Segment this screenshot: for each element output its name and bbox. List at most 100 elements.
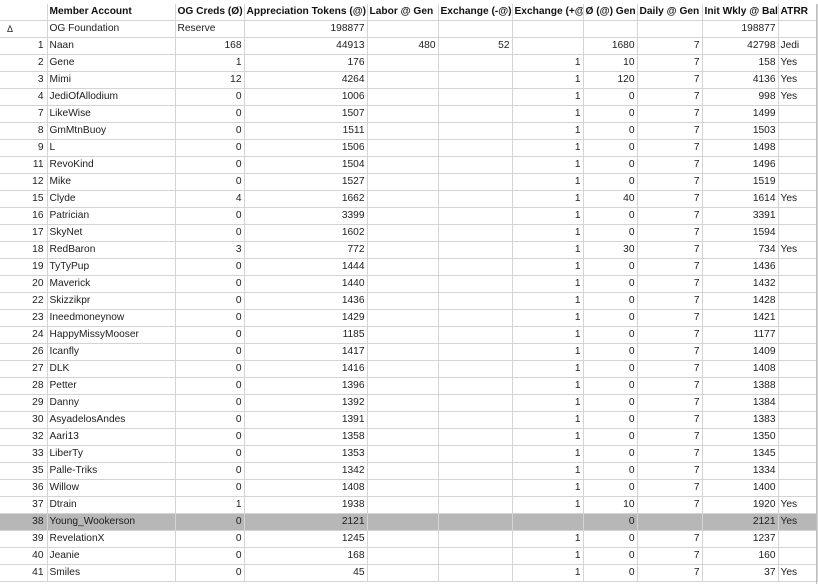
cell-appreciation-tokens[interactable]: 1185 [244, 326, 368, 344]
cell-labor-gen[interactable] [367, 71, 439, 89]
table-row[interactable]: 19 TyTyPup 0 1444 1 0 7 1436 [0, 258, 818, 276]
table-row[interactable]: 36 Willow 0 1408 1 0 7 1400 [0, 479, 818, 497]
table-row[interactable]: 1 Naan 168 44913 480 52 1680 7 42798 Jedi [0, 37, 818, 55]
cell-appreciation-tokens[interactable]: 1245 [244, 530, 368, 548]
cell-init-wkly-bal[interactable]: 998 [702, 88, 779, 106]
cell-og-gen[interactable]: 0 [583, 326, 638, 344]
table-row[interactable]: 7 LikeWise 0 1507 1 0 7 1499 [0, 105, 818, 123]
cell-atrr[interactable] [778, 173, 818, 191]
cell-og-gen[interactable]: 0 [583, 173, 638, 191]
cell-init-wkly-bal[interactable]: 1594 [702, 224, 779, 242]
cell-og-creds[interactable]: 0 [175, 88, 245, 106]
cell-daily-gen[interactable]: 7 [637, 190, 703, 208]
cell-exchange-neg[interactable] [438, 156, 513, 174]
cell-init-wkly-bal[interactable]: 734 [702, 241, 779, 259]
cell-daily-gen[interactable]: 7 [637, 564, 703, 582]
cell-member-account[interactable]: HappyMissyMooser [47, 326, 176, 344]
cell-atrr[interactable] [778, 275, 818, 293]
cell-exchange-pos[interactable]: 1 [512, 190, 584, 208]
cell-og-gen[interactable]: 0 [583, 207, 638, 225]
cell-daily-gen[interactable] [637, 20, 703, 38]
cell-og-creds[interactable]: 0 [175, 530, 245, 548]
cell-exchange-neg[interactable] [438, 377, 513, 395]
column-header-og-gen[interactable]: Ø (@) Gen [583, 4, 638, 21]
cell-labor-gen[interactable] [367, 224, 439, 242]
table-row[interactable]: 3 Mimi 12 4264 1 120 7 4136 Yes [0, 71, 818, 89]
cell-og-creds[interactable]: 0 [175, 173, 245, 191]
cell-og-gen[interactable]: 1680 [583, 37, 638, 55]
cell-init-wkly-bal[interactable]: 1496 [702, 156, 779, 174]
cell-daily-gen[interactable]: 7 [637, 326, 703, 344]
cell-og-gen[interactable]: 0 [583, 105, 638, 123]
cell-member-account[interactable]: Smiles [47, 564, 176, 582]
cell-daily-gen[interactable]: 7 [637, 394, 703, 412]
cell-labor-gen[interactable] [367, 428, 439, 446]
cell-atrr[interactable] [778, 326, 818, 344]
table-row[interactable]: 27 DLK 0 1416 1 0 7 1408 [0, 360, 818, 378]
cell-daily-gen[interactable]: 7 [637, 360, 703, 378]
cell-member-account[interactable]: RedBaron [47, 241, 176, 259]
cell-og-creds[interactable]: 0 [175, 445, 245, 463]
cell-member-account[interactable]: AsyadelosAndes [47, 411, 176, 429]
cell-labor-gen[interactable] [367, 530, 439, 548]
cell-atrr[interactable] [778, 530, 818, 548]
cell-labor-gen[interactable] [367, 411, 439, 429]
cell-appreciation-tokens[interactable]: 1417 [244, 343, 368, 361]
cell-og-creds[interactable]: 0 [175, 105, 245, 123]
cell-appreciation-tokens[interactable]: 44913 [244, 37, 368, 55]
cell-atrr[interactable] [778, 394, 818, 412]
cell-labor-gen[interactable] [367, 343, 439, 361]
cell-appreciation-tokens[interactable]: 1408 [244, 479, 368, 497]
cell-atrr[interactable] [778, 377, 818, 395]
cell-og-gen[interactable]: 0 [583, 479, 638, 497]
cell-row-number[interactable]: 26 [0, 343, 48, 361]
column-header-init-wkly-bal[interactable]: Init Wkly @ Bal [702, 4, 779, 21]
cell-exchange-pos[interactable]: 1 [512, 343, 584, 361]
cell-init-wkly-bal[interactable]: 198877 [702, 20, 779, 38]
cell-member-account[interactable]: RevelationX [47, 530, 176, 548]
cell-row-number[interactable]: 18 [0, 241, 48, 259]
cell-row-number[interactable]: 33 [0, 445, 48, 463]
table-row[interactable]: 23 Ineedmoneynow 0 1429 1 0 7 1421 [0, 309, 818, 327]
cell-exchange-pos[interactable]: 1 [512, 309, 584, 327]
cell-og-creds[interactable]: 0 [175, 462, 245, 480]
cell-row-number[interactable]: 23 [0, 309, 48, 327]
cell-init-wkly-bal[interactable]: 1920 [702, 496, 779, 514]
cell-init-wkly-bal[interactable]: 1499 [702, 105, 779, 123]
cell-appreciation-tokens[interactable]: 176 [244, 54, 368, 72]
cell-daily-gen[interactable]: 7 [637, 173, 703, 191]
cell-og-gen[interactable]: 0 [583, 428, 638, 446]
cell-atrr[interactable] [778, 156, 818, 174]
cell-member-account[interactable]: DLK [47, 360, 176, 378]
cell-member-account[interactable]: Clyde [47, 190, 176, 208]
cell-og-gen[interactable]: 120 [583, 71, 638, 89]
table-row[interactable]: 38 Young_Wookerson 0 2121 0 2121 Yes [0, 513, 818, 531]
cell-labor-gen[interactable] [367, 88, 439, 106]
cell-member-account[interactable]: JediOfAllodium [47, 88, 176, 106]
cell-exchange-neg[interactable] [438, 105, 513, 123]
cell-row-number[interactable]: 8 [0, 122, 48, 140]
column-header-member-account[interactable]: Member Account [47, 4, 176, 21]
cell-og-gen[interactable]: 0 [583, 258, 638, 276]
cell-exchange-pos[interactable] [512, 37, 584, 55]
table-row[interactable]: 35 Palle-Triks 0 1342 1 0 7 1334 [0, 462, 818, 480]
cell-atrr[interactable] [778, 122, 818, 140]
cell-atrr[interactable] [778, 411, 818, 429]
cell-member-account[interactable]: Aari13 [47, 428, 176, 446]
cell-row-number[interactable]: 35 [0, 462, 48, 480]
cell-row-number[interactable]: 38 [0, 513, 48, 531]
cell-appreciation-tokens[interactable]: 1511 [244, 122, 368, 140]
cell-init-wkly-bal[interactable]: 1408 [702, 360, 779, 378]
cell-row-number[interactable]: 39 [0, 530, 48, 548]
cell-og-creds[interactable]: 0 [175, 258, 245, 276]
cell-exchange-pos[interactable]: 1 [512, 224, 584, 242]
cell-atrr[interactable] [778, 139, 818, 157]
cell-og-gen[interactable]: 0 [583, 139, 638, 157]
cell-member-account[interactable]: Willow [47, 479, 176, 497]
cell-og-creds[interactable]: 0 [175, 411, 245, 429]
cell-member-account[interactable]: Dtrain [47, 496, 176, 514]
cell-exchange-neg[interactable] [438, 139, 513, 157]
cell-appreciation-tokens[interactable]: 1938 [244, 496, 368, 514]
cell-member-account[interactable]: Maverick [47, 275, 176, 293]
cell-init-wkly-bal[interactable]: 1383 [702, 411, 779, 429]
